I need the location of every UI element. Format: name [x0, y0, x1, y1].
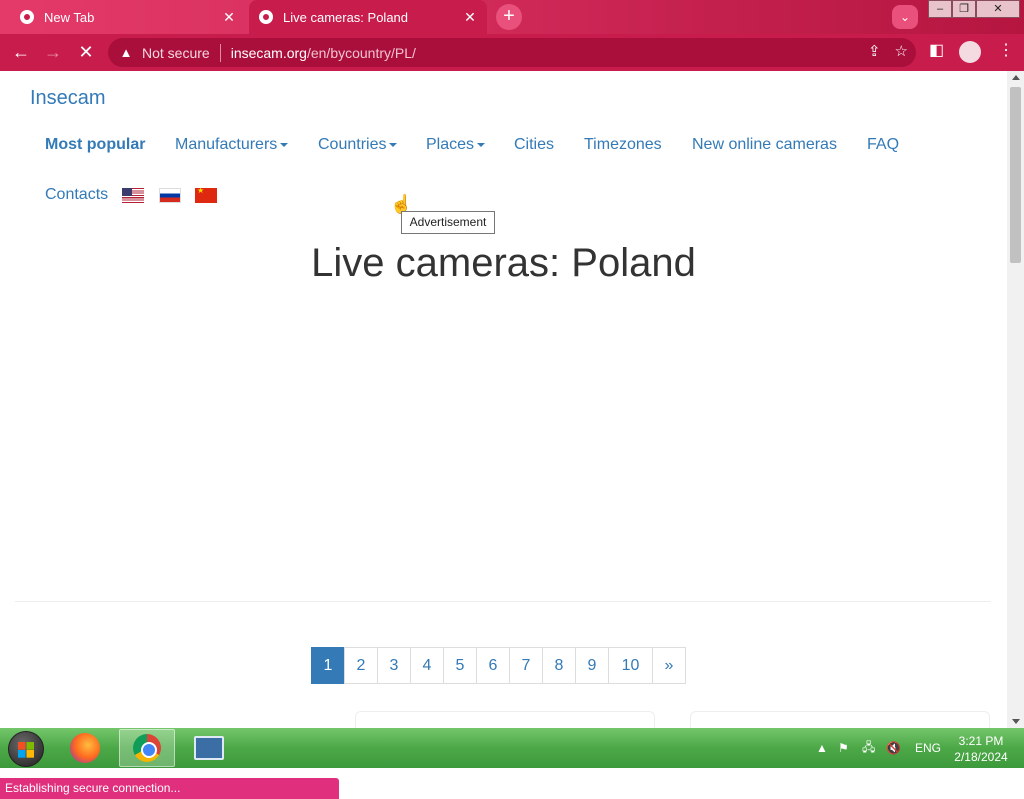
camera-card[interactable] — [690, 711, 990, 728]
minimize-button[interactable]: ‒ — [928, 0, 952, 18]
chrome-taskbar-button[interactable] — [119, 729, 175, 767]
divider — [219, 43, 221, 62]
stop-loading-icon[interactable]: ✕ — [73, 40, 99, 66]
side-panel-icon[interactable]: ◧ — [929, 40, 944, 60]
browser-toolbar: ← → ✕ ▲ Not secure insecam.org/en/bycoun… — [0, 34, 1024, 71]
language-indicator[interactable]: ENG — [915, 728, 941, 768]
tab-strip: New Tab ✕ Live cameras: Poland ✕ + ⌄ ‒ ❐… — [0, 0, 1024, 34]
restore-button[interactable]: ❐ — [952, 0, 976, 18]
windows-taskbar: ▲ ⚑ 🖧 🔇 ENG 3:21 PM 2/18/2024 — [0, 728, 1024, 768]
show-hidden-icons-button[interactable]: ▲ — [816, 728, 828, 768]
omnibox-actions: ⇪ ☆ — [868, 42, 908, 60]
us-flag-icon[interactable] — [122, 188, 144, 203]
page-link-2[interactable]: 2 — [344, 647, 378, 684]
clock-time: 3:21 PM — [958, 734, 1004, 748]
bookmark-star-icon[interactable]: ☆ — [895, 42, 908, 60]
forward-arrow-icon[interactable]: → — [40, 40, 66, 66]
divider — [15, 601, 991, 602]
site-brand[interactable]: Insecam — [30, 87, 106, 110]
page-next-button[interactable]: » — [652, 647, 686, 684]
caret-down-icon — [280, 142, 289, 147]
share-icon[interactable]: ⇪ — [868, 42, 881, 60]
page-link-1[interactable]: 1 — [311, 647, 345, 684]
pagination: 1 2 3 4 5 6 7 8 9 10 » — [311, 647, 686, 684]
chrome-favicon-icon — [20, 10, 34, 24]
profile-avatar-icon[interactable] — [959, 41, 981, 63]
page-link-9[interactable]: 9 — [575, 647, 609, 684]
page-link-4[interactable]: 4 — [410, 647, 444, 684]
windows-logo-icon — [18, 742, 34, 758]
close-tab-icon[interactable]: ✕ — [220, 8, 238, 26]
more-menu-icon[interactable]: ⋮ — [998, 40, 1014, 60]
insecam-favicon-icon — [259, 10, 273, 24]
new-tab-button[interactable]: + — [496, 4, 522, 30]
action-center-flag-icon[interactable]: ⚑ — [838, 728, 849, 768]
page-link-3[interactable]: 3 — [377, 647, 411, 684]
window-close-button[interactable]: ✕ — [976, 0, 1020, 18]
tab-title: New Tab — [44, 9, 95, 25]
tab-live-cameras[interactable]: Live cameras: Poland ✕ — [249, 0, 487, 34]
nav-faq[interactable]: FAQ — [867, 136, 899, 154]
camera-card[interactable] — [355, 711, 655, 728]
tab-search-button[interactable]: ⌄ — [892, 5, 918, 29]
firefox-taskbar-button[interactable] — [57, 729, 113, 767]
nav-manufacturers[interactable]: Manufacturers — [175, 136, 289, 154]
url-host[interactable]: insecam.org — [231, 45, 307, 61]
page-link-6[interactable]: 6 — [476, 647, 510, 684]
web-page: Insecam Most popular Manufacturers Count… — [0, 71, 1007, 799]
nav-label: Manufacturers — [175, 136, 278, 153]
nav-countries[interactable]: Countries — [318, 136, 398, 154]
china-flag-icon[interactable] — [195, 186, 217, 203]
nav-contacts[interactable]: Contacts — [45, 186, 108, 204]
network-icon[interactable]: 🖧 — [862, 728, 875, 768]
advertisement-tooltip: Advertisement — [401, 211, 495, 234]
caret-down-icon — [477, 142, 486, 147]
tab-title: Live cameras: Poland — [283, 9, 409, 25]
close-tab-icon[interactable]: ✕ — [461, 8, 479, 26]
start-button[interactable] — [8, 731, 44, 767]
status-bubble: Establishing secure connection... — [0, 778, 339, 799]
remote-desktop-icon — [194, 736, 224, 760]
firefox-icon — [70, 733, 100, 763]
chrome-icon — [133, 734, 161, 762]
volume-muted-icon[interactable]: 🔇 — [886, 728, 901, 768]
scroll-up-arrow-icon[interactable] — [1012, 75, 1020, 80]
nav-cities[interactable]: Cities — [514, 136, 554, 154]
address-bar[interactable]: ▲ Not secure insecam.org/en/bycountry/PL… — [108, 38, 916, 67]
nav-places[interactable]: Places — [426, 136, 486, 154]
nav-timezones[interactable]: Timezones — [584, 136, 662, 154]
tab-new-tab[interactable]: New Tab ✕ — [8, 0, 246, 34]
url-path[interactable]: /en/bycountry/PL/ — [307, 45, 416, 61]
nav-new-online-cameras[interactable]: New online cameras — [692, 136, 837, 154]
security-label[interactable]: Not secure — [142, 45, 210, 61]
warning-triangle-icon[interactable]: ▲ — [118, 45, 134, 61]
page-title: Live cameras: Poland — [311, 241, 696, 285]
page-link-10[interactable]: 10 — [608, 647, 653, 684]
nav-label: Places — [426, 136, 475, 153]
nav-most-popular[interactable]: Most popular — [45, 136, 145, 154]
page-link-8[interactable]: 8 — [542, 647, 576, 684]
scroll-down-arrow-icon[interactable] — [1012, 719, 1020, 724]
clock-date: 2/18/2024 — [954, 750, 1008, 764]
system-clock[interactable]: 3:21 PM 2/18/2024 — [946, 733, 1016, 765]
remote-desktop-taskbar-button[interactable] — [181, 729, 237, 767]
russia-flag-icon[interactable] — [159, 188, 181, 203]
page-link-5[interactable]: 5 — [443, 647, 477, 684]
scrollbar-thumb[interactable] — [1010, 87, 1021, 263]
nav-label: Countries — [318, 136, 387, 153]
page-scrollbar[interactable] — [1007, 71, 1024, 728]
back-arrow-icon[interactable]: ← — [8, 40, 34, 66]
caret-down-icon — [389, 142, 398, 147]
page-link-7[interactable]: 7 — [509, 647, 543, 684]
